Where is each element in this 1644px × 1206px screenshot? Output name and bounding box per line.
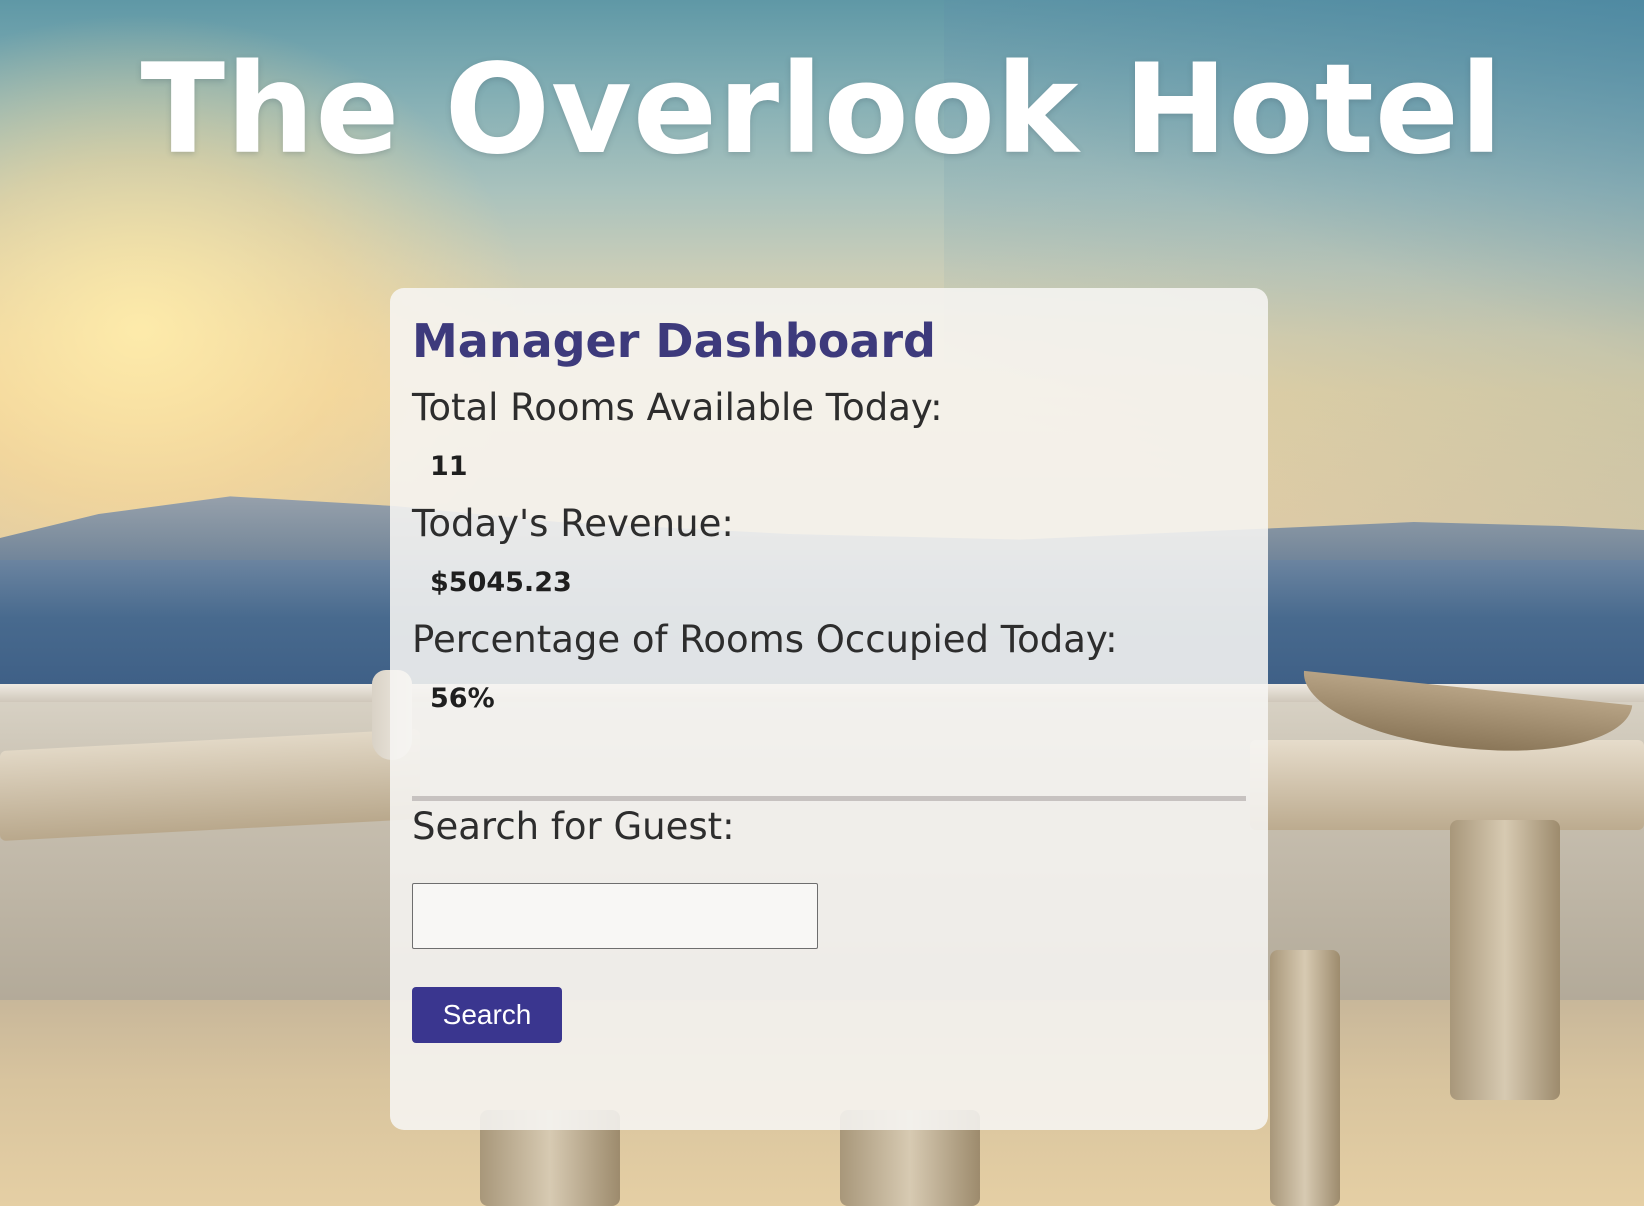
section-divider bbox=[412, 796, 1246, 801]
revenue-value: $5045.23 bbox=[430, 567, 572, 598]
search-guest-label: Search for Guest: bbox=[412, 805, 735, 848]
dashboard-heading: Manager Dashboard bbox=[412, 314, 936, 368]
hotel-title: The Overlook Hotel bbox=[140, 38, 1504, 182]
guest-search-input[interactable] bbox=[412, 883, 818, 949]
rooms-available-label: Total Rooms Available Today: bbox=[412, 386, 943, 429]
revenue-label: Today's Revenue: bbox=[412, 502, 734, 545]
manager-dashboard-panel: Manager Dashboard Total Rooms Available … bbox=[390, 288, 1268, 1130]
search-button[interactable]: Search bbox=[412, 987, 562, 1043]
rooms-available-value: 11 bbox=[430, 451, 468, 482]
background-table-leg bbox=[1270, 950, 1340, 1206]
occupancy-value: 56% bbox=[430, 683, 495, 714]
background-table-right bbox=[1250, 740, 1644, 830]
occupancy-label: Percentage of Rooms Occupied Today: bbox=[412, 618, 1118, 661]
background-table-leg bbox=[1450, 820, 1560, 1100]
